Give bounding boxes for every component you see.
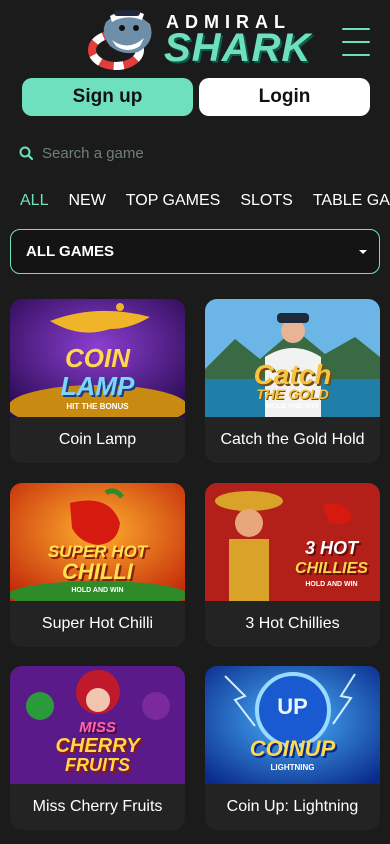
hamburger-icon [342,28,370,30]
game-title: Coin Up: Lightning [205,784,380,830]
game-card-coin-up-lightning[interactable]: UP COINUP LIGHTNING Coin Up: Lightning [205,666,380,830]
game-title: Coin Lamp [10,417,185,463]
art-sub: HOLD AND WIN [266,403,319,410]
art-line1: Catch [253,359,332,390]
game-title: Miss Cherry Fruits [10,784,185,830]
games-filter-select[interactable]: ALL GAMES [10,229,380,274]
art-line1: 3 HOT [304,538,358,558]
art-line2: CHERRY [55,735,140,757]
game-thumbnail: SUPER HOT CHILLI HOLD AND WIN [10,483,185,601]
game-thumbnail: MISS CHERRY FRUITS [10,666,185,784]
art-line3: FRUITS [65,755,130,775]
tab-table-games[interactable]: TABLE GA [313,192,390,216]
art-line1: COIN [65,343,130,373]
game-thumbnail: UP COINUP LIGHTNING [205,666,380,784]
art-sub: HOLD AND WIN [71,587,124,594]
game-card-3-hot-chillies[interactable]: 3 HOT CHILLIES HOLD AND WIN 3 Hot Chilli… [205,483,380,647]
game-card-miss-cherry-fruits[interactable]: MISS CHERRY FRUITS Miss Cherry Fruits [10,666,185,830]
game-card-catch-the-gold[interactable]: Catch THE GOLD HOLD AND WIN Catch the Go… [205,299,380,463]
tab-all[interactable]: ALL [20,192,48,216]
signup-button[interactable]: Sign up [22,78,193,116]
art-sub: HIT THE BONUS [66,402,129,411]
search-icon [19,146,34,161]
art-line1: MISS [79,719,116,736]
shark-mascot-icon [88,10,152,70]
tab-new[interactable]: NEW [68,192,105,216]
game-card-super-hot-chilli[interactable]: SUPER HOT CHILLI HOLD AND WIN Super Hot … [10,483,185,647]
search-bar [18,138,370,168]
caret-down-icon [359,250,367,254]
art-line2: LAMP [60,371,135,401]
game-title: 3 Hot Chillies [205,601,380,647]
header: ADMIRAL SHARK [0,0,390,76]
art-line1: UP [277,694,308,719]
game-thumbnail: Catch THE GOLD HOLD AND WIN [205,299,380,417]
login-button[interactable]: Login [199,78,370,116]
filter-selected-value: ALL GAMES [26,243,115,260]
art-sub: HOLD AND WIN [305,581,358,588]
game-thumbnail: COIN LAMP HIT THE BONUS [10,299,185,417]
game-title: Super Hot Chilli [10,601,185,647]
tab-slots[interactable]: SLOTS [240,192,292,216]
game-title: Catch the Gold Hold [205,417,380,463]
art-line2: CHILLI [62,559,133,584]
game-card-coin-lamp[interactable]: COIN LAMP HIT THE BONUS Coin Lamp [10,299,185,463]
art-sub: LIGHTNING [270,763,315,772]
art-line1: SUPER HOT [47,542,148,561]
search-input[interactable] [42,144,342,162]
logo-main-text: SHARK [164,26,312,70]
art-line2: THE GOLD [256,386,329,402]
art-line2: CHILLIES [295,560,368,577]
auth-buttons: Sign up Login [22,78,370,116]
game-thumbnail: 3 HOT CHILLIES HOLD AND WIN [205,483,380,601]
category-tabs: ALL NEW TOP GAMES SLOTS TABLE GA [20,192,390,216]
admiral-shark-logo[interactable]: ADMIRAL SHARK [86,2,312,74]
menu-button[interactable] [342,28,370,56]
tab-top-games[interactable]: TOP GAMES [126,192,221,216]
art-line2: COINUP [249,736,336,761]
